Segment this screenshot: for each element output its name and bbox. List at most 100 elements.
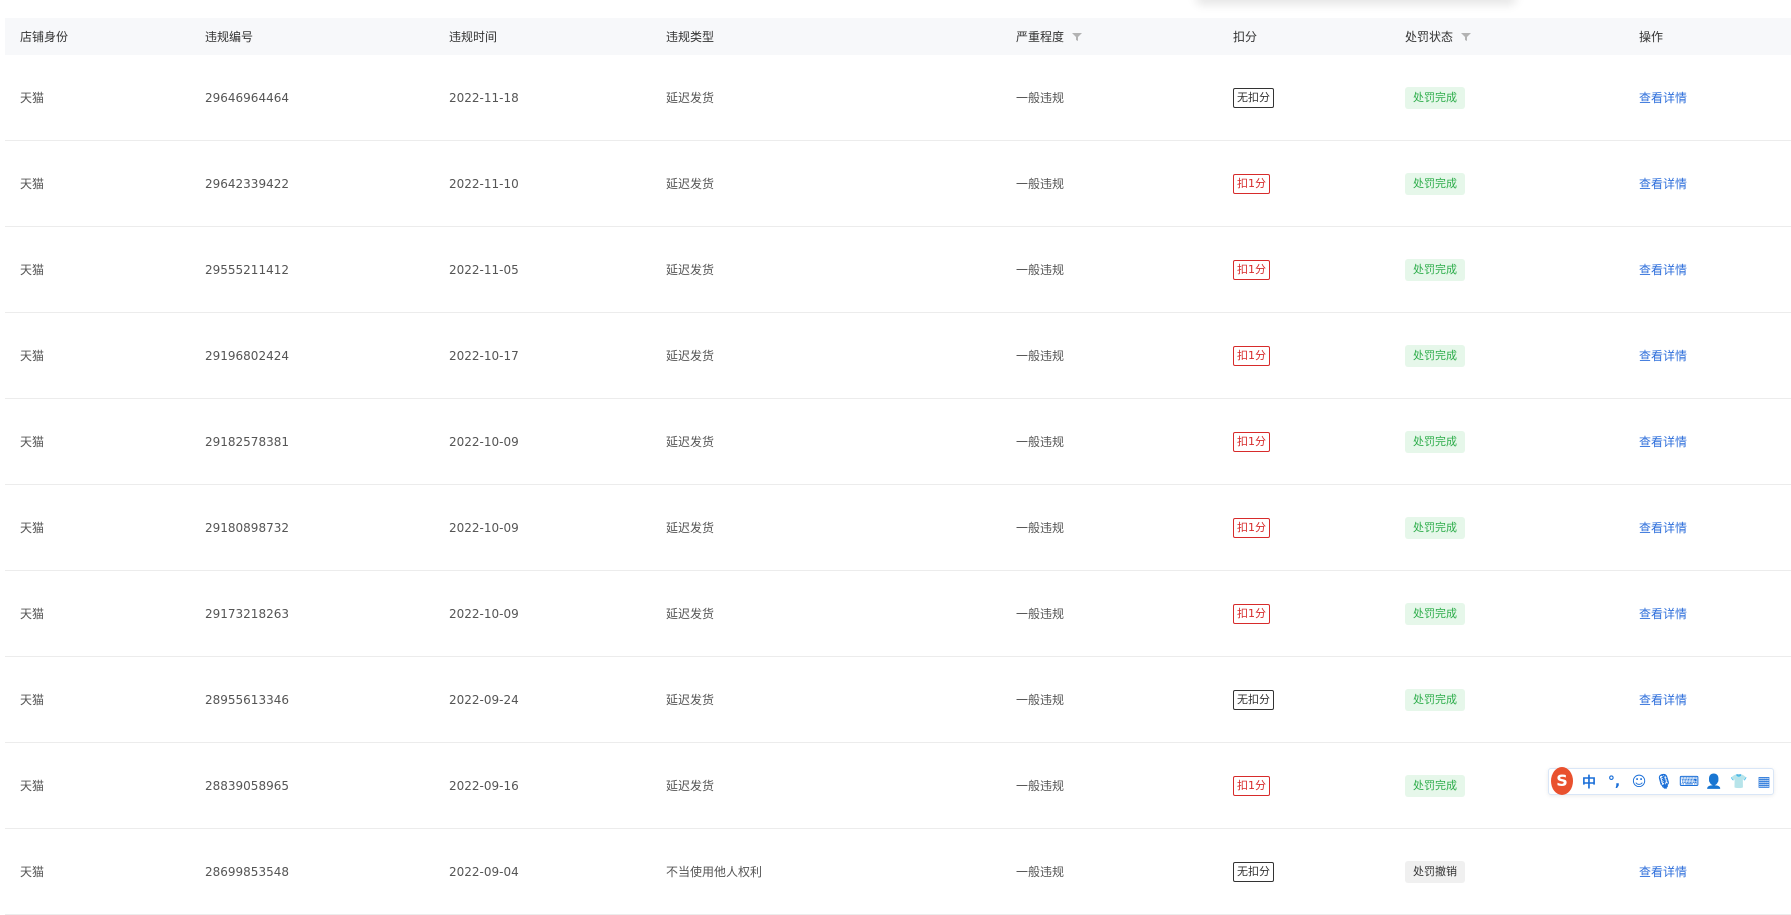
score-badge: 扣1分	[1233, 259, 1270, 280]
user-icon[interactable]: 👤	[1705, 773, 1723, 791]
sogou-logo-icon[interactable]: S	[1551, 766, 1573, 795]
cell-violation-id: 28839058965	[205, 778, 289, 793]
table-row: 天猫 29180898732 2022-10-09 延迟发货 一般违规 扣1分 处罚完成 查看…	[5, 485, 1791, 571]
status-badge: 处罚完成	[1405, 172, 1465, 195]
cell-severity: 一般违规	[1016, 435, 1065, 449]
status-badge: 处罚完成	[1405, 602, 1465, 625]
cell-score: 扣1分	[1233, 141, 1270, 226]
cell-score: 无扣分	[1233, 55, 1274, 140]
table-row: 天猫 29646964464 2022-11-18 延迟发货 一般违规 无扣分 处罚完成 查看…	[5, 55, 1791, 141]
header-operation: 操作	[1639, 30, 1664, 44]
view-details-link[interactable]: 查看详情	[1639, 605, 1687, 622]
microphone-icon[interactable]: 🎙	[1655, 773, 1673, 791]
cell-violation-type: 不当使用他人权利	[666, 865, 763, 879]
cell-score: 无扣分	[1233, 829, 1274, 914]
cell-violation-time: 2022-10-09	[449, 606, 519, 621]
cell-violation-id: 29196802424	[205, 348, 289, 363]
view-details-link[interactable]: 查看详情	[1639, 433, 1687, 450]
cell-violation-type: 延迟发货	[666, 521, 715, 535]
view-details-link[interactable]: 查看详情	[1639, 89, 1687, 106]
cell-operation: 查看详情	[1639, 313, 1687, 398]
cell-status: 处罚完成	[1405, 743, 1465, 828]
cell-score: 扣1分	[1233, 743, 1270, 828]
skin-icon[interactable]: 👕	[1730, 773, 1748, 791]
status-badge: 处罚完成	[1405, 688, 1465, 711]
score-badge: 扣1分	[1233, 345, 1270, 366]
view-details-link[interactable]: 查看详情	[1639, 175, 1687, 192]
view-details-link[interactable]: 查看详情	[1639, 691, 1687, 708]
cell-score: 扣1分	[1233, 485, 1270, 570]
cell-status: 处罚完成	[1405, 571, 1465, 656]
cell-operation: 查看详情	[1639, 55, 1687, 140]
cell-violation-type: 延迟发货	[666, 349, 715, 363]
cell-violation-id: 29646964464	[205, 90, 289, 105]
score-badge: 扣1分	[1233, 603, 1270, 624]
cell-status: 处罚完成	[1405, 657, 1465, 742]
table-row: 天猫 29196802424 2022-10-17 延迟发货 一般违规 扣1分 处罚完成 查看…	[5, 313, 1791, 399]
view-details-link[interactable]: 查看详情	[1639, 863, 1687, 880]
punctuation-icon[interactable]: °,	[1605, 773, 1623, 791]
cell-violation-id: 29180898732	[205, 520, 289, 535]
cell-violation-time: 2022-11-18	[449, 90, 519, 105]
cell-violation-id: 29642339422	[205, 176, 289, 191]
filter-icon[interactable]	[1072, 32, 1083, 42]
header-violation-type: 违规类型	[666, 30, 715, 44]
cell-severity: 一般违规	[1016, 91, 1065, 105]
header-score: 扣分	[1233, 30, 1258, 44]
cell-score: 扣1分	[1233, 313, 1270, 398]
cell-violation-time: 2022-11-10	[449, 176, 519, 191]
cell-operation: 查看详情	[1639, 141, 1687, 226]
cell-violation-time: 2022-09-04	[449, 864, 519, 879]
view-details-link[interactable]: 查看详情	[1639, 261, 1687, 278]
cell-severity: 一般违规	[1016, 521, 1065, 535]
cell-severity: 一般违规	[1016, 263, 1065, 277]
score-badge: 无扣分	[1233, 689, 1274, 710]
status-badge: 处罚完成	[1405, 344, 1465, 367]
cell-status: 处罚撤销	[1405, 829, 1465, 914]
status-badge: 处罚完成	[1405, 430, 1465, 453]
cell-operation: 查看详情	[1639, 657, 1687, 742]
filter-icon[interactable]	[1461, 32, 1472, 42]
chinese-mode-icon[interactable]: 中	[1580, 773, 1598, 791]
cell-status: 处罚完成	[1405, 141, 1465, 226]
table-row: 天猫 28699853548 2022-09-04 不当使用他人权利 一般违规 无扣分 处罚…	[5, 829, 1791, 915]
table-body: 天猫 29646964464 2022-11-18 延迟发货 一般违规 无扣分 处罚完成 查看…	[5, 55, 1791, 915]
cell-violation-id: 28955613346	[205, 692, 289, 707]
cell-violation-type: 延迟发货	[666, 263, 715, 277]
status-badge: 处罚完成	[1405, 516, 1465, 539]
cell-violation-type: 延迟发货	[666, 607, 715, 621]
cell-status: 处罚完成	[1405, 313, 1465, 398]
table-row: 天猫 29182578381 2022-10-09 延迟发货 一般违规 扣1分 处罚完成 查看…	[5, 399, 1791, 485]
cell-status: 处罚完成	[1405, 485, 1465, 570]
cell-shop: 天猫	[20, 91, 45, 105]
view-details-link[interactable]: 查看详情	[1639, 347, 1687, 364]
toolbox-icon[interactable]: ▦	[1755, 773, 1773, 791]
cell-operation: 查看详情	[1639, 399, 1687, 484]
cell-severity: 一般违规	[1016, 693, 1065, 707]
cell-score: 无扣分	[1233, 657, 1274, 742]
cell-shop: 天猫	[20, 263, 45, 277]
status-badge: 处罚撤销	[1405, 860, 1465, 883]
table-header: 店铺身份 违规编号 违规时间 违规类型 严重程度 扣分 处罚状态 操作	[5, 18, 1791, 55]
emoji-icon[interactable]: ☺	[1630, 773, 1648, 791]
cell-score: 扣1分	[1233, 571, 1270, 656]
cell-status: 处罚完成	[1405, 227, 1465, 312]
score-badge: 无扣分	[1233, 861, 1274, 882]
cell-violation-time: 2022-11-05	[449, 262, 519, 277]
violations-table: 店铺身份 违规编号 违规时间 违规类型 严重程度 扣分 处罚状态 操作 天猫 29…	[5, 18, 1791, 915]
cell-shop: 天猫	[20, 779, 45, 793]
table-row: 天猫288390589652022-09-16延迟发货一般违规扣1分处罚完成查看…	[5, 743, 1791, 829]
cell-violation-type: 延迟发货	[666, 779, 715, 793]
cell-violation-type: 延迟发货	[666, 91, 715, 105]
ime-toolbar: S 中 °, ☺ 🎙 ⌨ 👤 👕 ▦	[1548, 766, 1774, 795]
cell-operation: 查看详情	[1639, 829, 1687, 914]
score-badge: 扣1分	[1233, 517, 1270, 538]
cell-shop: 天猫	[20, 177, 45, 191]
keyboard-icon[interactable]: ⌨	[1679, 773, 1699, 791]
cell-violation-type: 延迟发货	[666, 177, 715, 191]
view-details-link[interactable]: 查看详情	[1639, 519, 1687, 536]
score-badge: 无扣分	[1233, 87, 1274, 108]
cell-operation: 查看详情	[1639, 227, 1687, 312]
table-row: 天猫 29642339422 2022-11-10 延迟发货 一般违规 扣1分 处罚完成 查看…	[5, 141, 1791, 227]
cell-shop: 天猫	[20, 865, 45, 879]
